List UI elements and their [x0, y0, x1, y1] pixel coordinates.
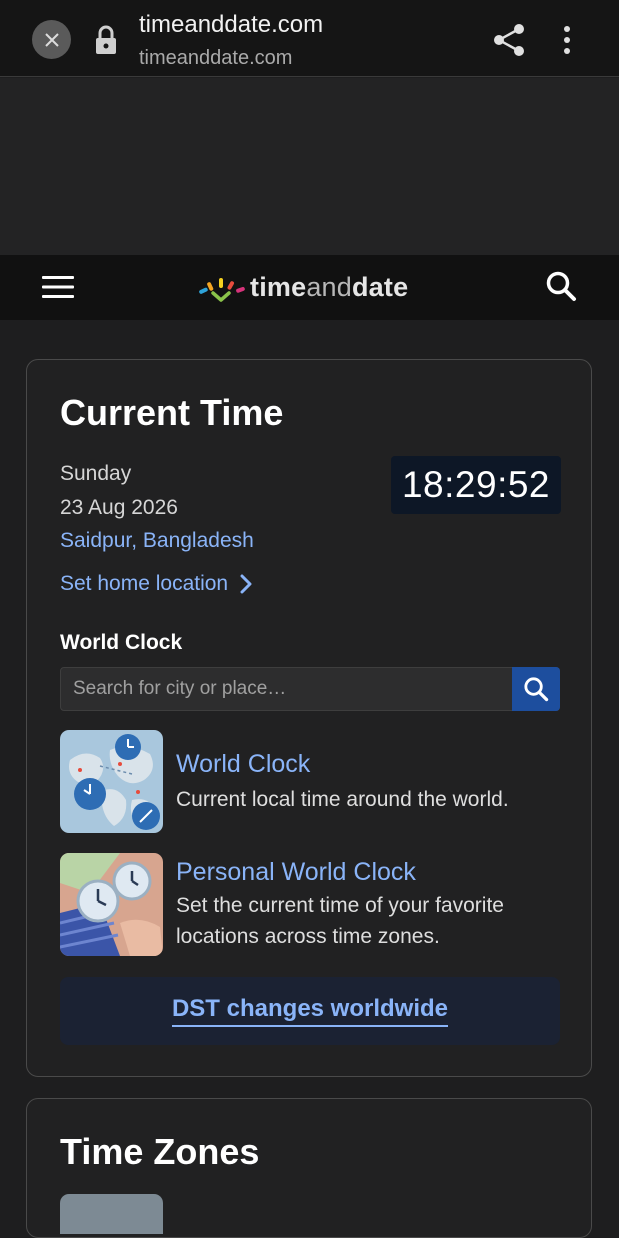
logo-mark-icon	[199, 278, 245, 302]
page-url[interactable]: timeanddate.com	[139, 47, 292, 70]
page-domain-title[interactable]: timeanddate.com	[139, 11, 323, 39]
search-icon	[524, 677, 549, 702]
chevron-right-icon	[240, 574, 252, 594]
logo-text: timeanddate	[250, 272, 408, 303]
ad-placeholder	[0, 78, 619, 255]
share-icon[interactable]	[492, 22, 526, 58]
dst-changes-box: DST changes worldwide	[60, 977, 560, 1045]
personal-world-clock-desc: Set the current time of your favorite lo…	[176, 894, 504, 948]
current-time-card: Current Time Sunday 23 Aug 2026 Saidpur,…	[26, 359, 592, 1077]
city-search-button[interactable]	[512, 667, 560, 711]
lock-icon	[96, 25, 116, 54]
current-location-link[interactable]: Saidpur, Bangladesh	[60, 529, 254, 553]
logo-text-and: and	[306, 271, 352, 302]
world-clock-desc: Current local time around the world.	[176, 788, 509, 811]
more-vert-icon[interactable]	[558, 24, 576, 56]
close-tab-button[interactable]	[32, 20, 71, 59]
world-clock-item[interactable]: World Clock Current local time around th…	[60, 730, 560, 833]
hamburger-menu-icon[interactable]	[42, 275, 74, 299]
site-header: timeanddate	[0, 255, 619, 320]
site-logo[interactable]: timeanddate	[196, 269, 408, 305]
time-zones-card: Time Zones	[26, 1098, 592, 1238]
personal-world-clock-link[interactable]: Personal World Clock	[176, 858, 416, 887]
current-date: 23 Aug 2026	[60, 496, 178, 519]
logo-text-time: time	[250, 271, 307, 302]
browser-toolbar: timeanddate.com timeanddate.com	[0, 0, 619, 77]
world-clock-heading: World Clock	[60, 631, 183, 654]
set-home-label: Set home location	[60, 572, 229, 595]
dst-changes-link[interactable]: DST changes worldwide	[171, 995, 449, 1027]
time-zones-heading: Time Zones	[60, 1131, 260, 1172]
close-icon	[44, 32, 59, 47]
world-map-clock-thumbnail[interactable]	[60, 730, 163, 833]
wristwatch-map-icon	[60, 853, 163, 956]
personal-clock-thumbnail[interactable]	[60, 853, 163, 956]
time-zones-thumbnail[interactable]	[60, 1194, 163, 1234]
logo-text-date: date	[351, 271, 409, 302]
search-icon[interactable]	[545, 270, 577, 302]
digital-clock: 18:29:52	[391, 456, 561, 514]
city-search-box	[60, 667, 560, 711]
current-day: Sunday	[60, 462, 132, 485]
city-search-input[interactable]	[61, 668, 513, 710]
current-time-heading: Current Time	[60, 392, 284, 433]
world-clock-link[interactable]: World Clock	[176, 750, 310, 779]
personal-world-clock-item[interactable]: Personal World Clock Set the current tim…	[60, 853, 560, 956]
world-map-icon	[60, 730, 163, 833]
set-home-location-link[interactable]: Set home location	[60, 572, 252, 596]
